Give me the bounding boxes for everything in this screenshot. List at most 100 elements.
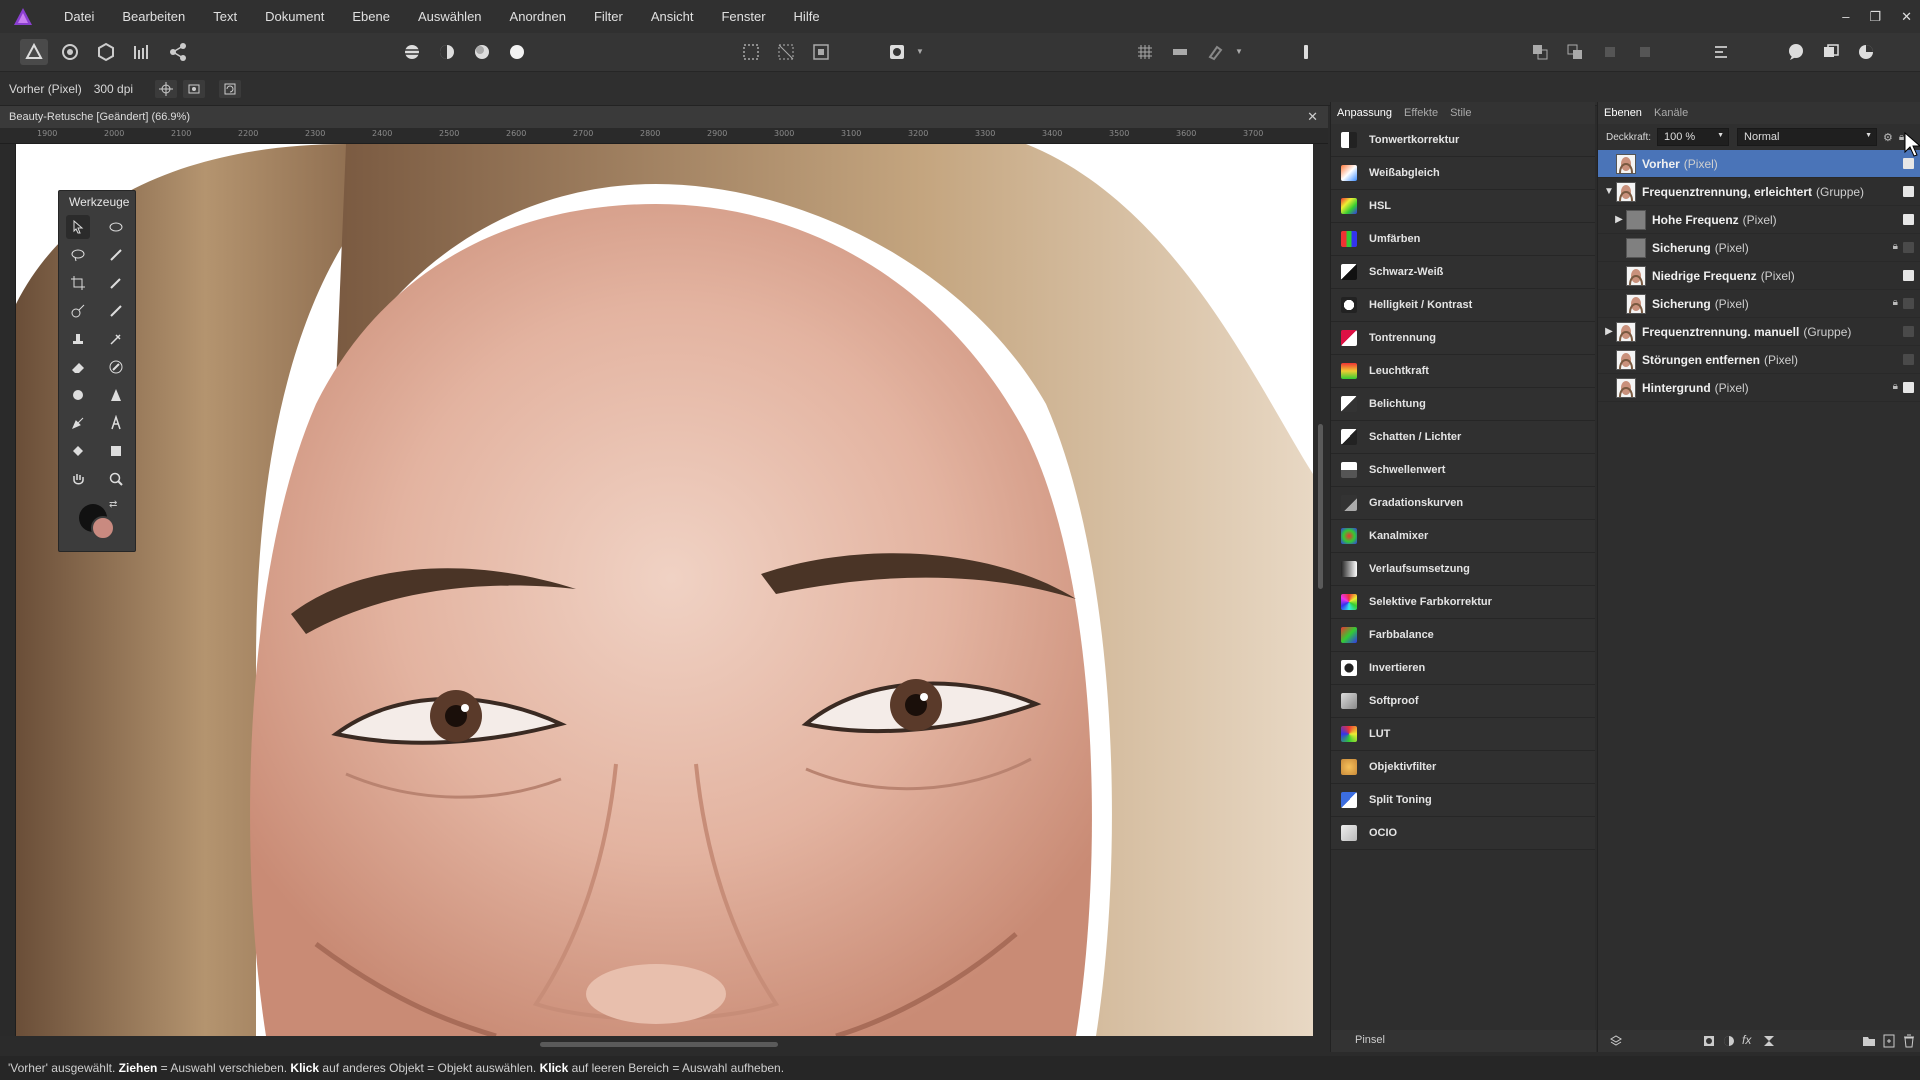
menu-item[interactable]: Fenster	[707, 9, 779, 24]
sharpen-tool[interactable]	[104, 383, 128, 407]
document-tab[interactable]: Beauty-Retusche [Geändert] (66.9%) ✕	[0, 106, 1328, 128]
adjustment-item[interactable]: Gradationskurven	[1331, 487, 1595, 520]
new-layer-icon[interactable]	[1882, 1034, 1896, 1048]
folder-icon[interactable]	[1862, 1034, 1876, 1048]
auto-white-balance-button[interactable]	[503, 39, 531, 65]
blend-mode-select[interactable]: Normal ▼	[1737, 128, 1878, 146]
layer-visibility-checkbox[interactable]	[1903, 186, 1914, 197]
adjustment-item[interactable]: Kanalmixer	[1331, 520, 1595, 553]
develop-persona-button[interactable]	[92, 39, 120, 65]
close-document-button[interactable]: ✕	[1307, 109, 1318, 125]
horizontal-scrollbar[interactable]	[0, 1036, 1328, 1052]
panel-tab[interactable]: Anpassung	[1331, 107, 1398, 119]
restore-button[interactable]: ❐	[1869, 9, 1881, 25]
layer-visibility-checkbox[interactable]	[1903, 158, 1914, 169]
expand-arrow-icon[interactable]: ▶	[1612, 214, 1626, 225]
layer-visibility-checkbox[interactable]	[1903, 242, 1914, 253]
layer-row[interactable]: Störungen entfernen (Pixel)	[1598, 346, 1920, 374]
live-filter-icon[interactable]	[1762, 1034, 1776, 1048]
panel-tab[interactable]: Ebenen	[1598, 107, 1648, 119]
swap-colors-icon[interactable]: ⇄	[109, 499, 117, 510]
healing-brush-tool[interactable]	[104, 355, 128, 379]
lock-icon[interactable]: 🔒︎	[1893, 297, 1898, 308]
flip-button[interactable]	[183, 79, 206, 98]
adjustment-item[interactable]: Schatten / Lichter	[1331, 421, 1595, 454]
smudge-tool[interactable]	[104, 299, 128, 323]
vertical-scrollbar[interactable]	[1313, 144, 1328, 1036]
arrange-front-button[interactable]	[1526, 39, 1554, 65]
align-menu-button[interactable]	[1707, 39, 1735, 65]
panel-tab[interactable]: Kanäle	[1648, 107, 1694, 119]
layer-stack-icon[interactable]	[1609, 1034, 1623, 1048]
back-one-button[interactable]	[1631, 39, 1659, 65]
selection-invert-button[interactable]	[807, 39, 835, 65]
horizontal-scroll-thumb[interactable]	[540, 1042, 778, 1047]
rotate-button[interactable]	[219, 79, 242, 98]
adjustment-item[interactable]: Umfärben	[1331, 223, 1595, 256]
quick-mask-dropdown-arrow[interactable]: ▼	[916, 47, 924, 56]
adjustment-item[interactable]: Selektive Farbkorrektur	[1331, 586, 1595, 619]
trash-icon[interactable]	[1902, 1034, 1916, 1048]
selection-rect-mode-button[interactable]	[737, 39, 765, 65]
layer-row[interactable]: ▶ Frequenztrennung. manuell (Gruppe)	[1598, 318, 1920, 346]
vertical-scroll-thumb[interactable]	[1318, 424, 1323, 589]
auto-colors-button[interactable]	[468, 39, 496, 65]
vertical-ruler[interactable]	[0, 144, 16, 1036]
close-window-button[interactable]: ✕	[1901, 9, 1912, 25]
adjustment-item[interactable]: HSL	[1331, 190, 1595, 223]
blur-tool[interactable]	[66, 383, 90, 407]
layer-row[interactable]: Vorher (Pixel)	[1598, 150, 1920, 178]
layer-row[interactable]: ▶ Hohe Frequenz (Pixel)	[1598, 206, 1920, 234]
layer-row[interactable]: Sicherung (Pixel) 🔒︎	[1598, 234, 1920, 262]
forward-one-button[interactable]	[1596, 39, 1624, 65]
adjustment-item[interactable]: Schwarz-Weiß	[1331, 256, 1595, 289]
adjustment-item[interactable]: Invertieren	[1331, 652, 1595, 685]
export-persona-button[interactable]	[164, 39, 192, 65]
mixer-brush-tool[interactable]	[104, 327, 128, 351]
clone-tool[interactable]	[66, 327, 90, 351]
adjustment-item[interactable]: Schwellenwert	[1331, 454, 1595, 487]
view-tool[interactable]	[66, 467, 90, 491]
layer-visibility-checkbox[interactable]	[1903, 214, 1914, 225]
liquify-persona-button[interactable]	[56, 39, 84, 65]
arrange-back-button[interactable]	[1561, 39, 1589, 65]
affinity-photo-logo[interactable]	[12, 6, 34, 28]
menu-item[interactable]: Ebene	[338, 9, 404, 24]
adjustment-item[interactable]: Weißabgleich	[1331, 157, 1595, 190]
zoom-tool[interactable]	[104, 467, 128, 491]
crop-tool[interactable]	[66, 271, 90, 295]
quick-mask-button[interactable]	[883, 39, 911, 65]
menu-item[interactable]: Auswählen	[404, 9, 496, 24]
adjustment-item[interactable]: Leuchtkraft	[1331, 355, 1595, 388]
menu-item[interactable]: Filter	[580, 9, 637, 24]
auto-levels-button[interactable]	[398, 39, 426, 65]
panel-tab[interactable]: Stile	[1444, 107, 1477, 119]
selection-diagonal-button[interactable]	[772, 39, 800, 65]
align-button[interactable]	[1166, 39, 1194, 65]
flood-fill-tool[interactable]	[66, 439, 90, 463]
rectangle-tool[interactable]	[104, 439, 128, 463]
text-tool[interactable]	[104, 411, 128, 435]
adjustment-item[interactable]: Split Toning	[1331, 784, 1595, 817]
layer-visibility-checkbox[interactable]	[1903, 298, 1914, 309]
adjustment-item[interactable]: Tonwertkorrektur	[1331, 124, 1595, 157]
menu-item[interactable]: Hilfe	[780, 9, 834, 24]
menu-item[interactable]: Ansicht	[637, 9, 708, 24]
snapping-grid-button[interactable]	[1131, 39, 1159, 65]
menu-item[interactable]: Datei	[50, 9, 108, 24]
secondary-color-swatch[interactable]	[91, 516, 115, 540]
adjustment-item[interactable]: Helligkeit / Kontrast	[1331, 289, 1595, 322]
adjustment-item[interactable]: Tontrennung	[1331, 322, 1595, 355]
layer-visibility-checkbox[interactable]	[1903, 270, 1914, 281]
minimize-button[interactable]: –	[1842, 9, 1849, 24]
opacity-field[interactable]: 100 % ▼	[1657, 128, 1730, 146]
color-picker-button[interactable]	[1852, 39, 1880, 65]
layer-row[interactable]: Hintergrund (Pixel) 🔒︎	[1598, 374, 1920, 402]
transform-origin-button[interactable]	[155, 79, 178, 98]
snapping-button[interactable]	[1201, 39, 1229, 65]
dodge-tool[interactable]	[66, 299, 90, 323]
selection-brush-tool[interactable]	[104, 215, 128, 239]
mask-layer-icon[interactable]	[1702, 1034, 1716, 1048]
fx-icon[interactable]: fx	[1742, 1033, 1751, 1047]
adjustment-item[interactable]: LUT	[1331, 718, 1595, 751]
